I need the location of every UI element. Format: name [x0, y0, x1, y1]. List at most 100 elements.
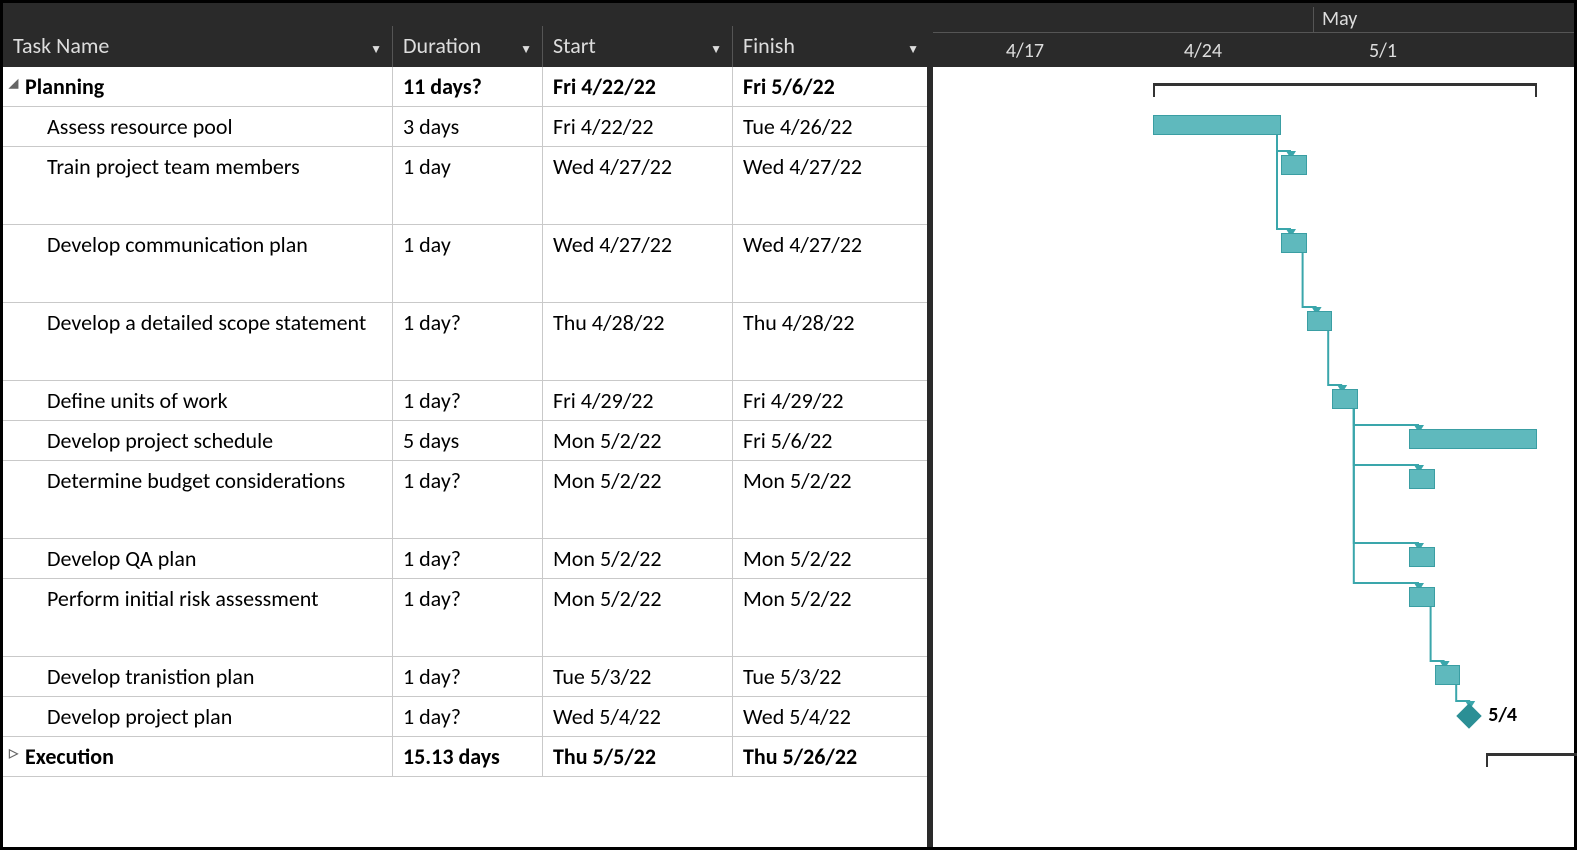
cell-finish[interactable]: Tue 5/3/22	[733, 657, 929, 696]
cell-start[interactable]: Wed 4/27/22	[543, 225, 733, 302]
cell-start[interactable]: Wed 5/4/22	[543, 697, 733, 736]
dropdown-icon[interactable]: ▼	[710, 42, 722, 57]
cell-finish[interactable]: Fri 4/29/22	[733, 381, 929, 420]
cell-duration[interactable]: 1 day?	[393, 539, 543, 578]
table-row[interactable]: Train project team members1 dayWed 4/27/…	[3, 147, 927, 225]
cell-start[interactable]: Fri 4/22/22	[543, 67, 733, 106]
summary-bar[interactable]	[1153, 83, 1537, 93]
cell-start[interactable]: Thu 5/5/22	[543, 737, 733, 776]
task-bar[interactable]	[1307, 311, 1333, 331]
cell-duration[interactable]: 1 day?	[393, 381, 543, 420]
cell-task-name[interactable]: Train project team members	[3, 147, 393, 224]
dropdown-icon[interactable]: ▼	[907, 42, 919, 57]
cell-finish[interactable]: Wed 4/27/22	[733, 147, 929, 224]
task-bar[interactable]	[1435, 665, 1461, 685]
task-grid: Task Name ▼ Duration ▼ Start ▼ Finish ▼ …	[3, 3, 933, 847]
table-row[interactable]: ▷ Execution 15.13 daysThu 5/5/22Thu 5/26/2…	[3, 737, 927, 777]
column-header-start[interactable]: Start ▼	[543, 26, 733, 67]
table-row[interactable]: Perform initial risk assessment1 day?Mon…	[3, 579, 927, 657]
cell-start[interactable]: Wed 4/27/22	[543, 147, 733, 224]
column-header-label: Duration	[403, 32, 481, 59]
cell-duration[interactable]: 1 day?	[393, 303, 543, 380]
cell-duration[interactable]: 1 day?	[393, 657, 543, 696]
table-row[interactable]: Develop tranistion plan1 day?Tue 5/3/22T…	[3, 657, 927, 697]
table-row[interactable]: Develop communication plan1 dayWed 4/27/…	[3, 225, 927, 303]
table-row[interactable]: Develop project schedule 5 daysMon 5/2/22…	[3, 421, 927, 461]
cell-finish[interactable]: Tue 4/26/22	[733, 107, 929, 146]
collapse-icon[interactable]: ◢	[9, 77, 18, 93]
cell-task-name[interactable]: Develop a detailed scope statement	[3, 303, 393, 380]
cell-task-name[interactable]: Determine budget considerations	[3, 461, 393, 538]
table-row[interactable]: ◢ Planning 11 days?Fri 4/22/22Fri 5/6/22	[3, 67, 927, 107]
cell-task-name[interactable]: Assess resource pool	[3, 107, 393, 146]
task-bar[interactable]	[1409, 429, 1537, 449]
cell-duration[interactable]: 1 day?	[393, 579, 543, 656]
task-bar[interactable]	[1409, 587, 1435, 607]
task-name-text: Execution	[25, 743, 114, 770]
cell-finish[interactable]: Mon 5/2/22	[733, 579, 929, 656]
cell-start[interactable]: Mon 5/2/22	[543, 461, 733, 538]
column-header-label: Task Name	[13, 32, 109, 59]
task-name-text: Develop a detailed scope statement	[47, 309, 366, 336]
task-bar[interactable]	[1332, 389, 1358, 409]
cell-start[interactable]: Fri 4/29/22	[543, 381, 733, 420]
dropdown-icon[interactable]: ▼	[520, 42, 532, 57]
cell-duration[interactable]: 1 day?	[393, 461, 543, 538]
task-name-text: Planning	[25, 73, 104, 100]
task-name-text: Perform initial risk assessment	[47, 585, 319, 612]
cell-duration[interactable]: 3 days	[393, 107, 543, 146]
summary-bar[interactable]	[1486, 753, 1577, 763]
cell-task-name[interactable]: Develop communication plan	[3, 225, 393, 302]
task-bar[interactable]	[1281, 233, 1307, 253]
cell-finish[interactable]: Mon 5/2/22	[733, 461, 929, 538]
cell-task-name[interactable]: Develop project plan	[3, 697, 393, 736]
task-bar[interactable]	[1153, 115, 1281, 135]
expand-icon[interactable]: ▷	[9, 747, 18, 763]
cell-start[interactable]: Mon 5/2/22	[543, 539, 733, 578]
gantt-row	[933, 147, 1574, 225]
cell-task-name[interactable]: Develop QA plan	[3, 539, 393, 578]
task-bar[interactable]	[1281, 155, 1307, 175]
cell-start[interactable]: Tue 5/3/22	[543, 657, 733, 696]
cell-finish[interactable]: Fri 5/6/22	[733, 421, 929, 460]
table-row[interactable]: Develop a detailed scope statement 1 day?…	[3, 303, 927, 381]
table-row[interactable]: Develop project plan1 day?Wed 5/4/22Wed …	[3, 697, 927, 737]
cell-task-name[interactable]: Perform initial risk assessment	[3, 579, 393, 656]
table-row[interactable]: Develop QA plan1 day?Mon 5/2/22Mon 5/2/2…	[3, 539, 927, 579]
dropdown-icon[interactable]: ▼	[370, 42, 382, 57]
table-row[interactable]: Assess resource pool 3 daysFri 4/22/22Tue…	[3, 107, 927, 147]
cell-finish[interactable]: Mon 5/2/22	[733, 539, 929, 578]
cell-finish[interactable]: Wed 4/27/22	[733, 225, 929, 302]
gantt-row	[933, 461, 1574, 539]
cell-start[interactable]: Mon 5/2/22	[543, 421, 733, 460]
task-bar[interactable]	[1409, 547, 1435, 567]
cell-finish[interactable]: Fri 5/6/22	[733, 67, 929, 106]
task-name-text: Develop project schedule	[47, 427, 273, 454]
cell-task-name[interactable]: Define units of work	[3, 381, 393, 420]
cell-task-name[interactable]: Develop project schedule	[3, 421, 393, 460]
cell-duration[interactable]: 1 day	[393, 225, 543, 302]
cell-start[interactable]: Thu 4/28/22	[543, 303, 733, 380]
column-header-finish[interactable]: Finish ▼	[733, 26, 929, 67]
cell-start[interactable]: Mon 5/2/22	[543, 579, 733, 656]
cell-duration[interactable]: 11 days?	[393, 67, 543, 106]
task-bar[interactable]	[1409, 469, 1435, 489]
cell-duration[interactable]: 1 day	[393, 147, 543, 224]
cell-start[interactable]: Fri 4/22/22	[543, 107, 733, 146]
cell-finish[interactable]: Thu 4/28/22	[733, 303, 929, 380]
task-name-text: Assess resource pool	[47, 113, 233, 140]
cell-task-name[interactable]: ▷ Execution	[3, 737, 393, 776]
column-header-duration[interactable]: Duration ▼	[393, 26, 543, 67]
table-row[interactable]: Define units of work1 day?Fri 4/29/22Fri…	[3, 381, 927, 421]
gantt-chart[interactable]: May 4/174/245/1 5/4	[933, 3, 1574, 847]
cell-task-name[interactable]: ◢ Planning	[3, 67, 393, 106]
cell-finish[interactable]: Thu 5/26/22	[733, 737, 929, 776]
milestone-diamond[interactable]	[1456, 703, 1481, 728]
table-row[interactable]: Determine budget considerations1 day?Mon…	[3, 461, 927, 539]
cell-duration[interactable]: 15.13 days	[393, 737, 543, 776]
cell-duration[interactable]: 1 day?	[393, 697, 543, 736]
cell-task-name[interactable]: Develop tranistion plan	[3, 657, 393, 696]
cell-finish[interactable]: Wed 5/4/22	[733, 697, 929, 736]
column-header-task-name[interactable]: Task Name ▼	[3, 26, 393, 67]
cell-duration[interactable]: 5 days	[393, 421, 543, 460]
